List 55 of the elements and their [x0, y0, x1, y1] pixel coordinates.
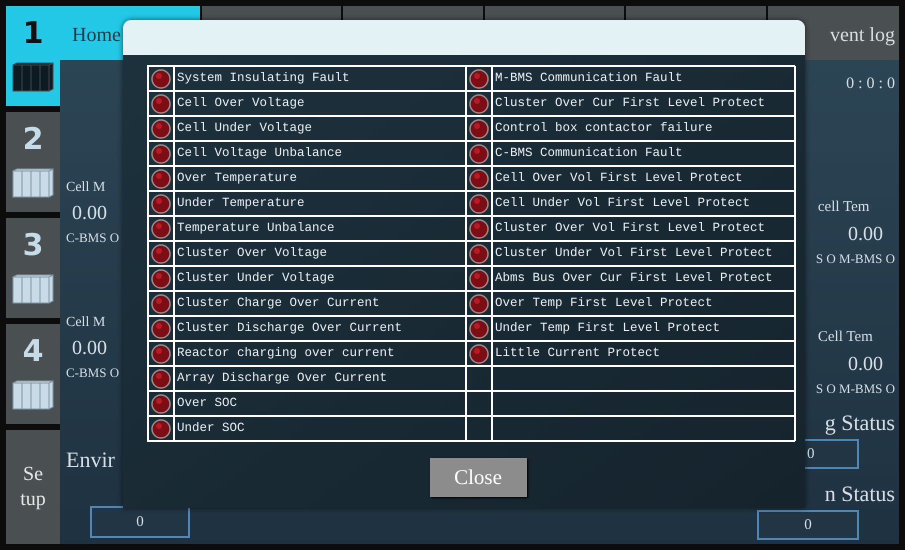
alarm-label: Under Temp First Level Protect — [495, 320, 720, 338]
alarm-label: M-BMS Communication Fault — [495, 70, 683, 88]
alarm-label: Under SOC — [177, 420, 245, 438]
battery-rack-icon — [11, 167, 55, 199]
status-label: g Status — [824, 409, 895, 437]
cell-value: 0.00 — [848, 222, 884, 246]
alarm-label: Cluster Charge Over Current — [177, 295, 380, 312]
rack-nav-button[interactable]: Se tup — [6, 430, 60, 544]
alarm-label: Cell Over Vol First Level Protect — [495, 170, 743, 188]
cell-value: 0.00 — [848, 352, 884, 376]
cell-label: cell Tem — [816, 198, 870, 217]
battery-rack-icon — [11, 61, 55, 93]
alarm-label: Cell Over Voltage — [177, 95, 305, 112]
alarm-label: Cluster Over Cur First Level Protect — [495, 95, 766, 112]
alarm-label: Over SOC — [177, 395, 238, 412]
battery-rack-icon — [11, 379, 55, 411]
alarm-label: Temperature Unbalance — [177, 220, 335, 238]
alarm-label: Cluster Under Vol First Level Protect — [495, 245, 773, 262]
alarm-label: System Insulating Fault — [177, 70, 350, 88]
status-label: n Status — [824, 480, 895, 508]
alarm-label: Cluster Over Voltage — [177, 245, 328, 262]
bms-status: C-BMS O — [66, 364, 120, 382]
alarm-label: Array Discharge Over Current — [177, 370, 388, 388]
cell-value: 0.00 — [71, 201, 108, 226]
timer-text: 0 : 0 : 0 — [846, 74, 895, 94]
alarm-label: Cluster Discharge Over Current — [177, 320, 402, 338]
alarm-label: Reactor charging over current — [177, 345, 395, 362]
rack-nav-button[interactable]: 1 — [6, 6, 60, 106]
alarm-label: Cluster Over Vol First Level Protect — [495, 220, 766, 238]
battery-rack-icon — [11, 273, 55, 305]
alarm-label: Cell Voltage Unbalance — [177, 145, 342, 162]
environment-field: 0 — [90, 506, 190, 538]
rack-nav-button[interactable]: 2 — [6, 112, 60, 212]
alarm-label: Control box contactor failure — [495, 120, 713, 138]
alarm-label: Cell Under Vol First Level Protect — [495, 195, 750, 212]
alarm-label: Little Current Protect — [495, 345, 660, 362]
cell-label: Cell M — [66, 179, 106, 197]
alarm-label: C-BMS Communication Fault — [495, 145, 683, 162]
alarm-label: Cell Under Voltage — [177, 120, 312, 138]
alarm-label: Over Temp First Level Protect — [495, 295, 713, 312]
rack-nav-button[interactable]: 4 — [6, 324, 60, 424]
alarm-label: Over Temperature — [177, 170, 298, 188]
bms-status: C-BMS O — [66, 229, 120, 247]
alarm-label: Cluster Under Voltage — [177, 270, 335, 288]
bms-status: S O M-BMS O — [816, 380, 895, 398]
cell-label: Cell Tem — [816, 328, 873, 347]
cell-value: 0.00 — [71, 336, 108, 361]
alarm-label: Under Temperature — [177, 195, 305, 212]
bms-status: S O M-BMS O — [816, 250, 895, 268]
close-button[interactable]: Close — [430, 458, 526, 497]
status-field: 0 — [757, 510, 859, 540]
environment-label: Envir — [66, 446, 116, 474]
alarm-label: Abms Bus Over Cur First Level Protect — [495, 270, 773, 288]
rack-nav-button[interactable]: 3 — [6, 218, 60, 318]
cell-label: Cell M — [66, 314, 106, 332]
